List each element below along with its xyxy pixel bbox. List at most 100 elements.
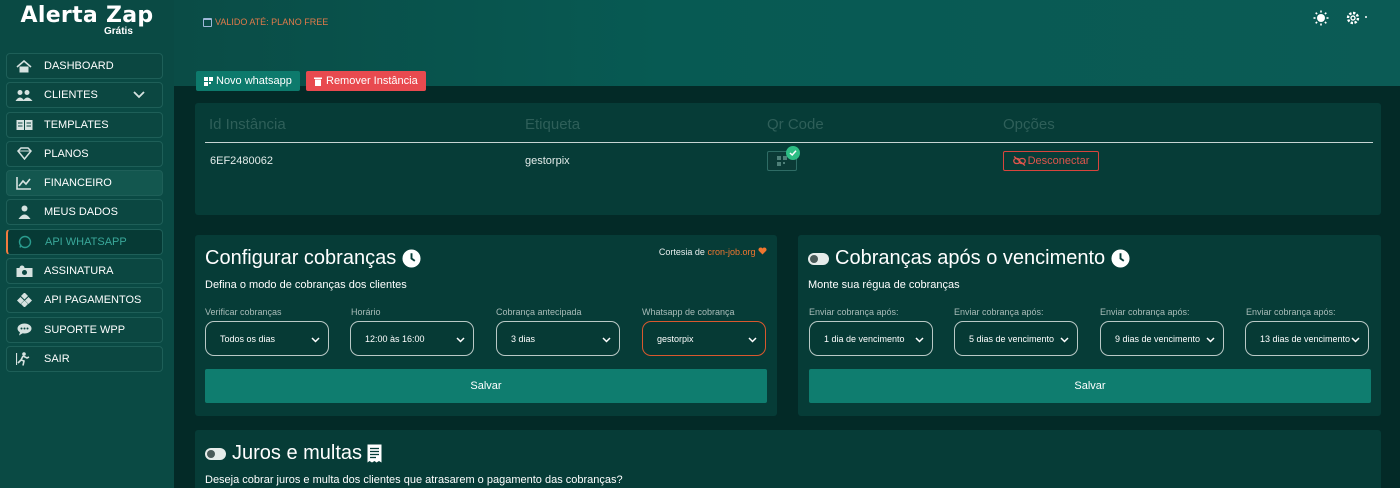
select-value: 5 dias de vencimento [969, 333, 1055, 344]
billing-config-title-text: Configurar cobranças [205, 247, 397, 269]
send-after-select-1[interactable]: 1 dia de vencimento [809, 321, 933, 356]
sidebar-item-api-pagamentos[interactable]: API PAGAMENTOS [6, 287, 163, 314]
send-after-select-2[interactable]: 5 dias de vencimento [954, 321, 1078, 356]
qrcode-icon [204, 76, 213, 86]
heart-icon [758, 247, 767, 255]
select-value: 1 dia de vencimento [824, 333, 905, 344]
overdue-toggle[interactable] [808, 252, 829, 265]
column-header-label: Etiqueta [525, 116, 581, 133]
plan-status-text: VALIDO ATÉ: PLANO FREE [215, 17, 329, 27]
interest-subtitle: Deseja cobrar juros e multa dos clientes… [205, 474, 623, 486]
calendar-icon [203, 17, 212, 27]
clock-icon [402, 249, 421, 268]
select-value: 3 dias [511, 333, 536, 344]
sidebar-nav: DASHBOARD CLIENTES TEMPLATES PLANOS FINA… [6, 53, 163, 375]
billing-whatsapp-select[interactable]: gestorpix [642, 321, 766, 356]
sidebar-item-sair[interactable]: SAIR [6, 345, 163, 372]
new-whatsapp-label: Novo whatsapp [216, 75, 292, 87]
dropdown-caret-icon[interactable] [1365, 16, 1367, 18]
overdue-title: Cobranças após o vencimento [808, 247, 1130, 270]
advance-billing-select[interactable]: 3 dias [496, 321, 620, 356]
send-after-select-3[interactable]: 9 dias de vencimento [1100, 321, 1224, 356]
top-header: VALIDO ATÉ: PLANO FREE Novo whatsapp Rem… [174, 0, 1400, 91]
sidebar-item-meus-dados[interactable]: MEUS DADOS [6, 199, 163, 226]
brand-logo[interactable]: Alerta Zap Grátis [0, 0, 174, 50]
unlink-icon [1012, 156, 1026, 166]
sidebar-item-financeiro[interactable]: FINANCEIRO [6, 170, 163, 197]
brand-subtitle: Grátis [104, 26, 133, 37]
sidebar-item-label: API PAGAMENTOS [44, 294, 142, 307]
field-label-send-after-1: Enviar cobrança após: [809, 307, 899, 317]
clock-icon [1111, 249, 1130, 268]
sidebar-item-dashboard[interactable]: DASHBOARD [6, 53, 163, 79]
billing-config-card: Configurar cobranças Cortesia de cron-jo… [195, 235, 777, 416]
interest-toggle[interactable] [205, 447, 226, 460]
sidebar-item-label: API WHATSAPP [45, 235, 127, 248]
chevron-down-icon[interactable] [132, 88, 146, 102]
chevron-down-icon [748, 337, 757, 343]
select-value: gestorpix [657, 333, 694, 344]
select-value: 12:00 às 16:00 [365, 333, 425, 344]
chevron-down-icon [456, 337, 465, 343]
remove-instance-label: Remover Instância [326, 75, 418, 87]
whatsapp-icon [16, 235, 34, 249]
chevron-down-icon [1060, 337, 1069, 343]
trash-icon [314, 77, 322, 86]
courtesy-prefix: Cortesia de [658, 247, 705, 257]
instance-label-cell: gestorpix [525, 155, 570, 167]
time-select[interactable]: 12:00 às 16:00 [350, 321, 474, 356]
interest-title-text: Juros e multas [232, 442, 363, 464]
money-icon [15, 264, 33, 278]
gem-icon [15, 147, 33, 161]
sidebar-item-label: DASHBOARD [44, 60, 114, 72]
instance-id-cell: 6EF2480062 [210, 155, 273, 167]
chat-icon [15, 323, 33, 337]
sidebar-item-templates[interactable]: TEMPLATES [6, 111, 163, 138]
plan-status: VALIDO ATÉ: PLANO FREE [203, 17, 328, 27]
field-label-whatsapp: Whatsapp de cobrança [642, 307, 735, 317]
remove-instance-button[interactable]: Remover Instância [306, 71, 426, 91]
send-after-select-4[interactable]: 13 dias de vencimento [1245, 321, 1369, 356]
column-header-id: Id Instância [209, 116, 286, 133]
disconnect-label: Desconectar [1027, 155, 1090, 167]
sidebar-item-clientes[interactable]: CLIENTES [6, 82, 163, 109]
sun-icon[interactable] [1313, 10, 1329, 26]
chevron-down-icon [311, 337, 320, 343]
diamonds-icon [15, 293, 33, 308]
exit-icon [15, 352, 33, 366]
sidebar-item-label: TEMPLATES [44, 118, 109, 131]
chevron-down-icon [1351, 337, 1360, 343]
interest-fees-card: Juros e multas Deseja cobrar juros e mul… [195, 430, 1381, 488]
sidebar-item-assinatura[interactable]: ASSINATURA [6, 258, 163, 285]
interest-title: Juros e multas [205, 442, 382, 465]
receipt-icon [367, 444, 382, 463]
users-icon [15, 88, 33, 102]
courtesy-link[interactable]: cron-job.org [707, 247, 755, 257]
field-label-check-frequency: Verificar cobranças [205, 307, 282, 317]
connected-check-icon [786, 146, 800, 160]
billing-config-title: Configurar cobranças [205, 247, 421, 270]
sidebar-item-label: ASSINATURA [44, 265, 114, 278]
sidebar-item-api-whatsapp[interactable]: API WHATSAPP [6, 228, 163, 255]
sidebar-item-suporte-wpp[interactable]: SUPORTE WPP [6, 316, 163, 343]
billing-config-subtitle: Defina o modo de cobranças dos clientes [205, 279, 407, 291]
overdue-title-text: Cobranças após o vencimento [835, 247, 1106, 269]
gear-icon[interactable] [1345, 10, 1361, 26]
save-config-button[interactable]: Salvar [205, 369, 767, 403]
field-label-send-after-4: Enviar cobrança após: [1246, 307, 1336, 317]
table-header-divider [205, 142, 1373, 143]
select-value: 9 dias de vencimento [1115, 333, 1201, 344]
sidebar-item-planos[interactable]: PLANOS [6, 140, 163, 167]
disconnect-button[interactable]: Desconectar [1003, 151, 1099, 171]
user-tie-icon [15, 205, 33, 220]
save-overdue-button[interactable]: Salvar [809, 369, 1371, 403]
field-label-advance: Cobrança antecipada [496, 307, 582, 317]
column-header-options: Opções [1003, 116, 1055, 133]
chart-line-icon [15, 176, 33, 190]
field-label-time: Horário [351, 307, 381, 317]
new-whatsapp-button[interactable]: Novo whatsapp [196, 71, 300, 91]
sidebar-item-label: FINANCEIRO [44, 177, 112, 190]
sidebar-item-label: PLANOS [44, 147, 89, 160]
sidebar-item-label: CLIENTES [44, 89, 98, 102]
check-frequency-select[interactable]: Todos os dias [205, 321, 329, 356]
